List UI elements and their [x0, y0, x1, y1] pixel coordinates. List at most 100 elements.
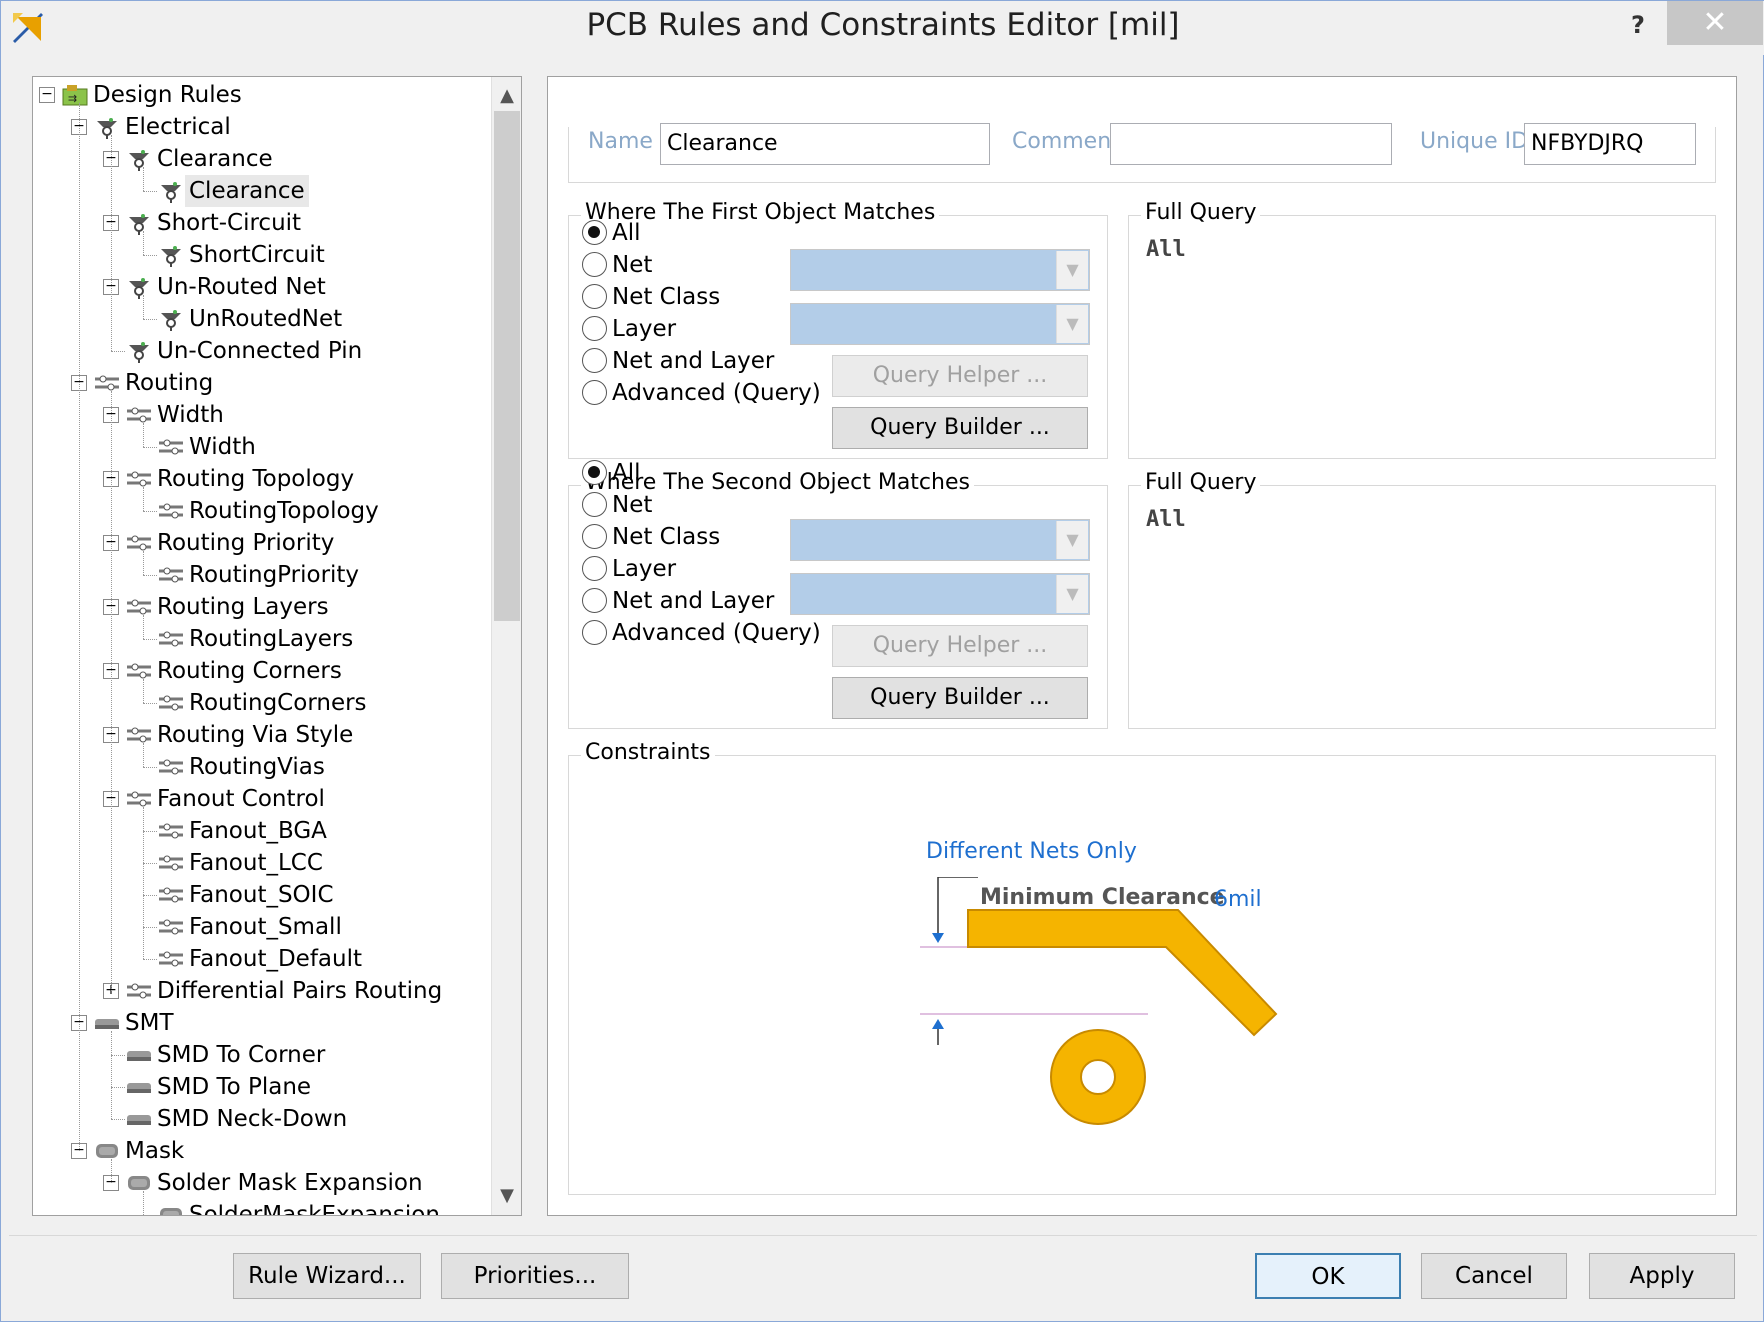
- radio-button[interactable]: [582, 348, 607, 373]
- tree-connector: [143, 255, 157, 256]
- tree-scrollbar[interactable]: ▲ ▼: [491, 77, 521, 1215]
- tree-item-label: Mask: [125, 1138, 185, 1164]
- tree-item[interactable]: SMD To Plane: [33, 1071, 491, 1103]
- mask-rule-icon: [160, 1208, 182, 1215]
- unique-id-input[interactable]: NFBYDJRQ: [1524, 123, 1696, 165]
- help-button[interactable]: ?: [1613, 7, 1663, 43]
- tree-item[interactable]: − Width: [33, 399, 491, 431]
- tree-item[interactable]: Fanout_LCC: [33, 847, 491, 879]
- pad-hole: [1080, 1059, 1116, 1095]
- tree-connector: [111, 135, 112, 351]
- first-query-helper-button[interactable]: Query Helper ...: [832, 355, 1088, 397]
- tree-connector: [143, 639, 157, 640]
- tree-item[interactable]: − Routing Priority: [33, 527, 491, 559]
- electrical-rule-icon: [97, 118, 117, 139]
- routing-rule-icon: [159, 919, 183, 935]
- chevron-down-icon[interactable]: ▼: [1056, 251, 1088, 289]
- radio-button[interactable]: [582, 620, 607, 645]
- scroll-up-arrow-icon[interactable]: ▲: [492, 81, 521, 111]
- scroll-thumb[interactable]: [494, 111, 520, 621]
- tree-item-label: Routing: [125, 370, 214, 396]
- tree-item[interactable]: Fanout_BGA: [33, 815, 491, 847]
- radio-button[interactable]: [582, 588, 607, 613]
- scroll-down-arrow-icon[interactable]: ▼: [492, 1181, 521, 1211]
- tree-item[interactable]: Fanout_Default: [33, 943, 491, 975]
- second-net-combo[interactable]: ▼: [790, 519, 1090, 561]
- tree-item-label: RoutingVias: [189, 754, 325, 780]
- radio-button[interactable]: [582, 380, 607, 405]
- chevron-down-icon[interactable]: ▼: [1056, 521, 1088, 559]
- first-query-builder-button[interactable]: Query Builder ...: [832, 407, 1088, 449]
- apply-button[interactable]: Apply: [1589, 1253, 1735, 1299]
- tree-item[interactable]: − Routing Corners: [33, 655, 491, 687]
- tree-item-label: Clearance: [185, 175, 309, 207]
- tree-item[interactable]: − Routing Topology: [33, 463, 491, 495]
- tree-item[interactable]: SolderMaskExpansion: [33, 1199, 491, 1215]
- first-netclass-combo[interactable]: ▼: [790, 303, 1090, 345]
- radio-button[interactable]: [582, 556, 607, 581]
- rule-wizard-button[interactable]: Rule Wizard...: [233, 1253, 421, 1299]
- chevron-down-icon[interactable]: ▼: [1056, 305, 1088, 343]
- radio-button[interactable]: [582, 492, 607, 517]
- clearance-diagram: [920, 877, 1278, 1125]
- tree-item[interactable]: − Clearance: [33, 143, 491, 175]
- name-input[interactable]: Clearance: [660, 123, 990, 165]
- tree-item[interactable]: Width: [33, 431, 491, 463]
- name-label: Name: [586, 129, 655, 154]
- second-netclass-combo[interactable]: ▼: [790, 573, 1090, 615]
- tree-item[interactable]: RoutingTopology: [33, 495, 491, 527]
- tree-item[interactable]: − Electrical: [33, 111, 491, 143]
- net-scope-selector[interactable]: Different Nets Only: [926, 839, 1137, 864]
- tree-item[interactable]: − Short-Circuit: [33, 207, 491, 239]
- tree-item[interactable]: Un-Connected Pin: [33, 335, 491, 367]
- tree-item[interactable]: Fanout_SOIC: [33, 879, 491, 911]
- collapse-icon[interactable]: −: [39, 87, 55, 103]
- close-button[interactable]: ✕: [1667, 1, 1763, 45]
- tree-item-label: Fanout Control: [157, 786, 325, 812]
- tree-item[interactable]: − Fanout Control: [33, 783, 491, 815]
- tree-item[interactable]: RoutingPriority: [33, 559, 491, 591]
- priorities-button[interactable]: Priorities...: [441, 1253, 629, 1299]
- tree-connector: [143, 927, 157, 928]
- tree-item[interactable]: − Solder Mask Expansion: [33, 1167, 491, 1199]
- tree-connector: [111, 351, 125, 352]
- first-net-combo[interactable]: ▼: [790, 249, 1090, 291]
- tree-item[interactable]: SMD Neck-Down: [33, 1103, 491, 1135]
- tree-item[interactable]: − Mask: [33, 1135, 491, 1167]
- tree-item-label: SMD To Corner: [157, 1042, 326, 1068]
- radio-button[interactable]: [582, 284, 607, 309]
- radio-button[interactable]: [582, 460, 607, 485]
- radio-button[interactable]: [582, 220, 607, 245]
- tree-item[interactable]: ShortCircuit: [33, 239, 491, 271]
- ok-button[interactable]: OK: [1255, 1253, 1401, 1299]
- tree-item[interactable]: − Routing Via Style: [33, 719, 491, 751]
- radio-button[interactable]: [582, 252, 607, 277]
- tree-item[interactable]: − SMT: [33, 1007, 491, 1039]
- mask-rule-icon: [128, 1176, 150, 1190]
- rule-tree: − ⇉ Design Rules − Electrical − Clearance Clear…: [33, 77, 491, 1215]
- tree-connector: [143, 895, 157, 896]
- tree-item[interactable]: SMD To Corner: [33, 1039, 491, 1071]
- tree-item[interactable]: − ⇉ Design Rules: [33, 79, 491, 111]
- radio-button[interactable]: [582, 316, 607, 341]
- tree-item[interactable]: Fanout_Small: [33, 911, 491, 943]
- tree-item[interactable]: RoutingVias: [33, 751, 491, 783]
- first-full-query-text: All: [1146, 237, 1186, 262]
- tree-item[interactable]: Clearance: [33, 175, 491, 207]
- tree-item-label: Clearance: [157, 146, 273, 172]
- cancel-button[interactable]: Cancel: [1421, 1253, 1567, 1299]
- tree-item[interactable]: RoutingCorners: [33, 687, 491, 719]
- tree-item[interactable]: + Differential Pairs Routing: [33, 975, 491, 1007]
- second-query-helper-button[interactable]: Query Helper ...: [832, 625, 1088, 667]
- radio-button[interactable]: [582, 524, 607, 549]
- chevron-down-icon[interactable]: ▼: [1056, 575, 1088, 613]
- comment-input[interactable]: [1110, 123, 1392, 165]
- tree-item[interactable]: RoutingLayers: [33, 623, 491, 655]
- tree-item[interactable]: − Routing: [33, 367, 491, 399]
- tree-item[interactable]: − Routing Layers: [33, 591, 491, 623]
- routing-rule-icon: [127, 407, 151, 423]
- second-query-builder-button[interactable]: Query Builder ...: [832, 677, 1088, 719]
- tree-item[interactable]: − Un-Routed Net: [33, 271, 491, 303]
- tree-item[interactable]: UnRoutedNet: [33, 303, 491, 335]
- tree-item-label: Design Rules: [93, 82, 242, 108]
